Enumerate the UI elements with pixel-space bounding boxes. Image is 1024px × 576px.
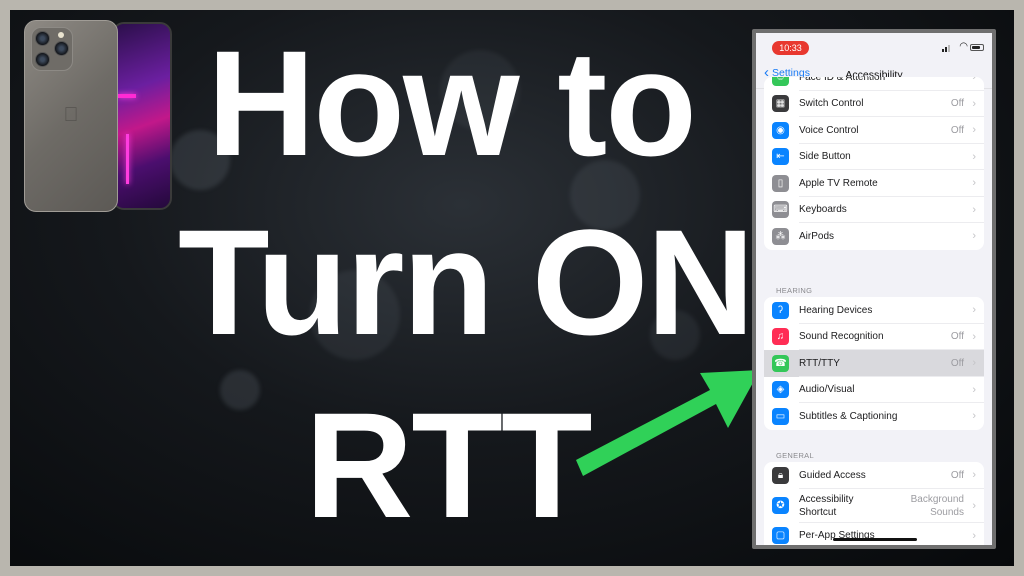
keyboard-icon: ⌨ [772, 201, 789, 219]
chevron-right-icon: › [972, 383, 976, 396]
chevron-right-icon: › [972, 304, 976, 317]
settings-row-sound-recognition[interactable]: ♫ Sound Recognition Off › [764, 324, 984, 350]
chevron-right-icon: › [972, 230, 976, 243]
settings-row-airpods[interactable]: ⁂ AirPods › [764, 223, 984, 250]
row-label: Subtitles & Captioning [799, 410, 898, 422]
settings-row-accessibility-shortcut[interactable]: ✪ Accessibility Shortcut Background Sounds › [764, 489, 984, 523]
signal-icon [942, 44, 952, 52]
settings-screen: 10:33 ◠ ‹ Settings Accessibility ☺ Face I… [756, 33, 992, 545]
row-label: Audio/Visual [799, 384, 855, 396]
status-bar: 10:33 ◠ [756, 33, 992, 63]
row-value-line: Sounds [930, 506, 964, 518]
row-label: Face ID & Attention [799, 77, 886, 83]
row-label-line: Accessibility [799, 493, 854, 505]
chevron-right-icon: › [972, 124, 976, 137]
ear-icon: ʔ [772, 301, 789, 319]
row-label: Apple TV Remote [799, 177, 878, 189]
row-value: Background Sounds [911, 493, 964, 519]
battery-icon [970, 44, 984, 51]
row-value: Off [950, 469, 964, 481]
row-label: Accessibility Shortcut [799, 493, 853, 519]
row-value-line: Background [910, 493, 964, 505]
row-label: Keyboards [799, 204, 847, 216]
row-label: Side Button [799, 151, 851, 163]
settings-row-rtt-tty[interactable]: ☎ RTT/TTY Off › [764, 350, 984, 377]
settings-row-subtitles-captioning[interactable]: ▭ Subtitles & Captioning › [764, 403, 984, 430]
row-value: Off [950, 124, 964, 136]
sound-recognition-icon: ♫ [772, 328, 789, 346]
settings-row-guided-access[interactable]: 🔒︎ Guided Access Off › [764, 462, 984, 489]
arrow-icon [576, 370, 760, 476]
row-value: Off [950, 357, 964, 369]
settings-row-hearing-devices[interactable]: ʔ Hearing Devices › [764, 297, 984, 324]
accessibility-icon: ✪ [772, 497, 789, 514]
status-time: 10:33 [772, 41, 809, 55]
row-value: Off [950, 98, 964, 110]
settings-row-audio-visual[interactable]: ◈ Audio/Visual › [764, 377, 984, 403]
settings-group-hearing: ʔ Hearing Devices › ♫ Sound Recognition Off › ☎… [764, 297, 984, 430]
section-header-general: GENERAL [776, 451, 814, 460]
chevron-right-icon: › [972, 177, 976, 190]
audio-visual-icon: ◈ [772, 381, 789, 399]
chevron-right-icon: › [972, 97, 976, 110]
section-header-hearing: HEARING [776, 286, 813, 295]
chevron-right-icon: › [972, 77, 976, 84]
guided-access-icon: 🔒︎ [772, 466, 789, 484]
row-label: Voice Control [799, 124, 859, 136]
tv-remote-icon: ▯ [772, 174, 789, 192]
row-label: Guided Access [799, 469, 866, 481]
settings-group-general: 🔒︎ Guided Access Off › ✪ Accessibility Shortcu… [764, 462, 984, 545]
settings-row-face-id-attention[interactable]: ☺ Face ID & Attention › [764, 77, 984, 91]
row-value: Off [950, 331, 964, 343]
settings-row-apple-tv-remote[interactable]: ▯ Apple TV Remote › [764, 170, 984, 197]
settings-row-voice-control[interactable]: ◉ Voice Control Off › [764, 117, 984, 144]
wifi-icon: ◠ [959, 41, 968, 52]
settings-row-side-button[interactable]: ⇤ Side Button › [764, 144, 984, 170]
home-indicator[interactable] [833, 538, 917, 541]
side-button-icon: ⇤ [772, 148, 789, 166]
chevron-right-icon: › [972, 330, 976, 343]
rtt-tty-icon: ☎ [772, 354, 789, 372]
chevron-right-icon: › [972, 203, 976, 216]
chevron-right-icon: › [972, 410, 976, 423]
settings-group-vision-physical: ☺ Face ID & Attention › ▦ Switch Control Off ›… [764, 77, 984, 250]
switch-control-icon: ▦ [772, 95, 789, 113]
chevron-right-icon: › [972, 469, 976, 482]
row-label: Hearing Devices [799, 304, 873, 316]
voice-control-icon: ◉ [772, 121, 789, 139]
airpods-icon: ⁂ [772, 227, 789, 245]
chevron-right-icon: › [972, 150, 976, 163]
row-label-line: Shortcut [799, 506, 837, 518]
settings-row-per-app-settings[interactable]: ▢ Per-App Settings › [764, 523, 984, 546]
phone-screenshot: 10:33 ◠ ‹ Settings Accessibility ☺ Face I… [752, 29, 996, 549]
chevron-right-icon: › [972, 499, 976, 512]
chevron-right-icon: › [972, 529, 976, 542]
row-label: RTT/TTY [799, 357, 840, 369]
row-label: Sound Recognition [799, 331, 884, 343]
chevron-right-icon: › [972, 357, 976, 370]
face-id-icon: ☺ [772, 77, 789, 86]
captions-icon: ▭ [772, 407, 789, 425]
per-app-icon: ▢ [772, 527, 789, 545]
row-label: AirPods [799, 230, 835, 242]
row-label: Switch Control [799, 98, 864, 110]
settings-row-switch-control[interactable]: ▦ Switch Control Off › [764, 91, 984, 117]
settings-row-keyboards[interactable]: ⌨ Keyboards › [764, 197, 984, 223]
